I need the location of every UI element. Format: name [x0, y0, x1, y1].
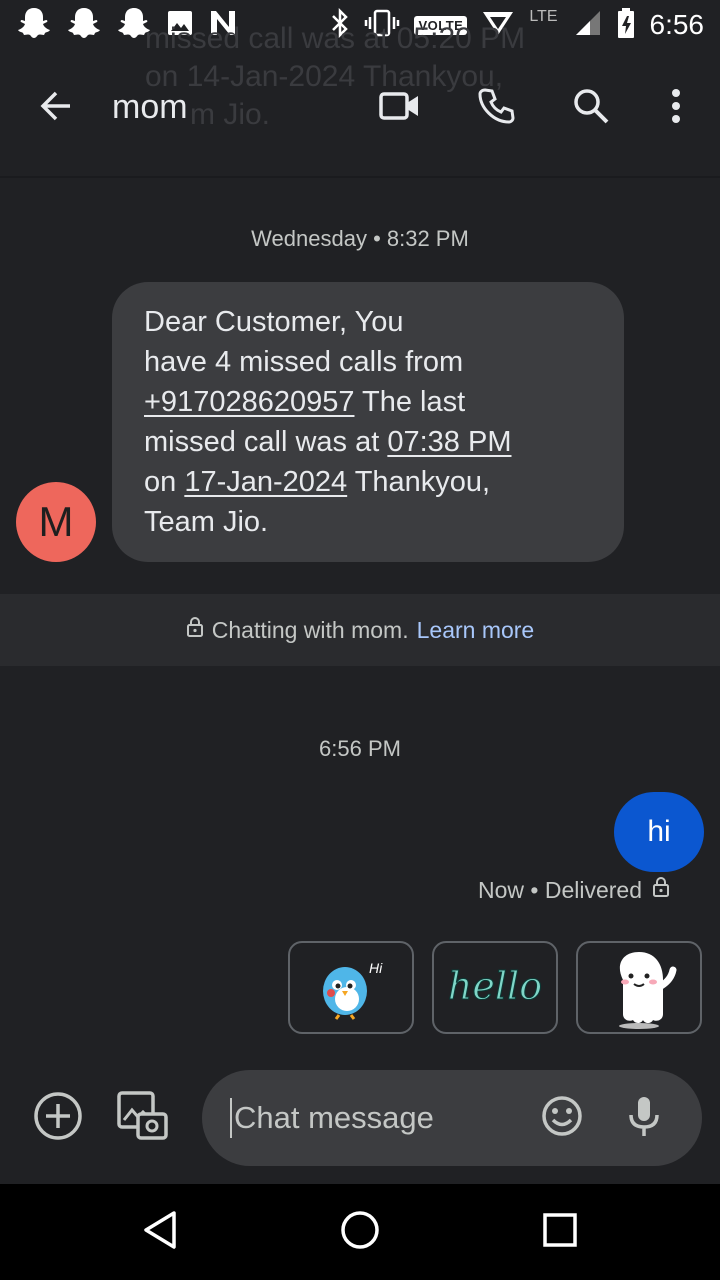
circle-home-icon	[340, 1210, 380, 1255]
emoji-button[interactable]	[538, 1094, 586, 1142]
voice-input-button[interactable]	[620, 1094, 668, 1142]
video-call-button[interactable]	[372, 80, 428, 136]
banner-text: Chatting with mom.	[211, 616, 409, 643]
delivery-status-text: Now • Delivered	[478, 876, 642, 903]
gallery-camera-icon	[116, 1090, 168, 1147]
search-icon	[571, 86, 611, 131]
incoming-message-bubble[interactable]: Dear Customer, You have 4 missed calls f…	[112, 282, 624, 562]
status-time: 6:56	[649, 9, 705, 40]
message-line: Dear Customer, You	[144, 306, 404, 338]
conversation-header: mom	[0, 50, 720, 176]
nav-back-button[interactable]	[134, 1206, 186, 1258]
snapchat-icon	[16, 6, 52, 45]
avatar[interactable]: M	[16, 482, 96, 562]
lock-icon	[186, 616, 204, 644]
nav-recents-button[interactable]	[534, 1206, 586, 1258]
sticker-text: Hi	[369, 960, 383, 976]
signal-icon	[572, 9, 602, 42]
date-link[interactable]: 17-Jan-2024	[184, 466, 347, 498]
nav-home-button[interactable]	[334, 1206, 386, 1258]
phone-icon	[476, 86, 516, 131]
emoji-icon	[540, 1094, 584, 1143]
date-separator: Wednesday • 8:32 PM	[251, 226, 469, 251]
chat-message-input[interactable]	[230, 1098, 524, 1138]
message-line: missed call was at 07:38 PM	[144, 426, 512, 458]
outgoing-message-bubble[interactable]: hi	[614, 792, 704, 872]
microphone-icon	[626, 1094, 662, 1143]
add-attachment-button[interactable]	[32, 1091, 84, 1146]
phone-call-button[interactable]	[468, 80, 524, 136]
message-line: on 17-Jan-2024 Thankyou,	[144, 466, 491, 498]
header-divider	[0, 176, 720, 178]
triangle-back-icon	[142, 1210, 178, 1255]
learn-more-link[interactable]: Learn more	[417, 617, 535, 644]
bird-hi-sticker[interactable]: Hi	[288, 941, 414, 1034]
date-separator: 6:56 PM	[319, 736, 401, 761]
battery-icon	[616, 7, 636, 44]
snapchat-icon	[66, 6, 102, 45]
sticker-text: hello	[448, 964, 542, 1008]
message-line: Team Jio.	[144, 506, 269, 538]
more-options-button[interactable]	[648, 80, 704, 136]
more-vert-icon	[670, 88, 682, 129]
gallery-attach-button[interactable]	[116, 1090, 168, 1147]
chat-info-banner: Chatting with mom. Learn more	[0, 594, 720, 666]
square-recents-icon	[542, 1212, 578, 1253]
lock-icon	[652, 876, 670, 904]
search-button[interactable]	[563, 80, 619, 136]
contact-name[interactable]: mom	[112, 88, 188, 127]
add-circle-icon	[33, 1091, 83, 1146]
back-arrow-icon	[36, 86, 76, 131]
back-button[interactable]	[18, 70, 94, 146]
network-type: LTE	[529, 8, 558, 25]
ghost-wave-sticker[interactable]	[576, 941, 702, 1034]
message-line: +917028620957 The last	[144, 386, 466, 418]
hello-text-sticker[interactable]: hello	[432, 941, 558, 1034]
time-link[interactable]: 07:38 PM	[387, 426, 511, 458]
video-call-icon	[378, 90, 422, 127]
compose-box	[202, 1070, 702, 1166]
message-line: have 4 missed calls from	[144, 346, 464, 378]
navigation-bar	[0, 1184, 720, 1280]
phone-number-link[interactable]: +917028620957	[144, 386, 354, 418]
delivery-status: Now • Delivered	[478, 876, 670, 904]
